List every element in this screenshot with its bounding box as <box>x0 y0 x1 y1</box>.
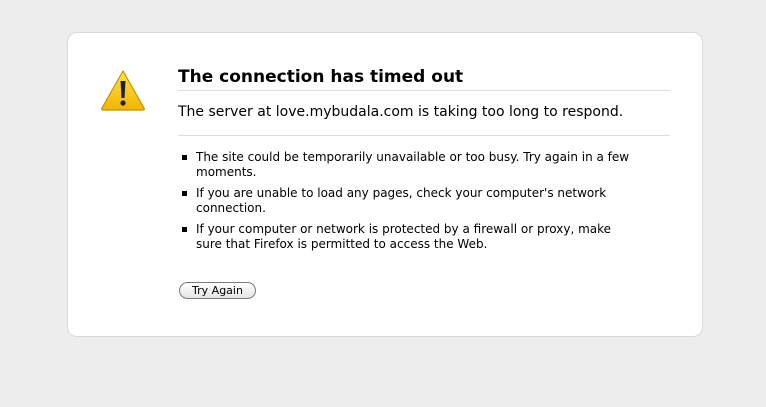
error-page-container: The connection has timed out The server … <box>67 32 703 337</box>
bullet-icon <box>182 155 187 160</box>
suggestion-item: If you are unable to load any pages, che… <box>178 186 636 216</box>
suggestion-text: If your computer or network is protected… <box>196 222 612 251</box>
error-suggestions-list: The site could be temporarily unavailabl… <box>178 136 670 252</box>
warning-icon <box>101 70 145 111</box>
error-content: The connection has timed out The server … <box>178 65 670 258</box>
suggestion-item: The site could be temporarily unavailabl… <box>178 150 636 180</box>
suggestion-text: If you are unable to load any pages, che… <box>196 186 607 215</box>
try-again-button[interactable]: Try Again <box>179 282 256 299</box>
bullet-icon <box>182 227 187 232</box>
error-short-description: The server at love.mybudala.com is takin… <box>178 91 670 136</box>
error-title: The connection has timed out <box>178 65 670 91</box>
suggestion-item: If your computer or network is protected… <box>178 222 636 252</box>
suggestion-text: The site could be temporarily unavailabl… <box>196 150 630 179</box>
bullet-icon <box>182 191 187 196</box>
